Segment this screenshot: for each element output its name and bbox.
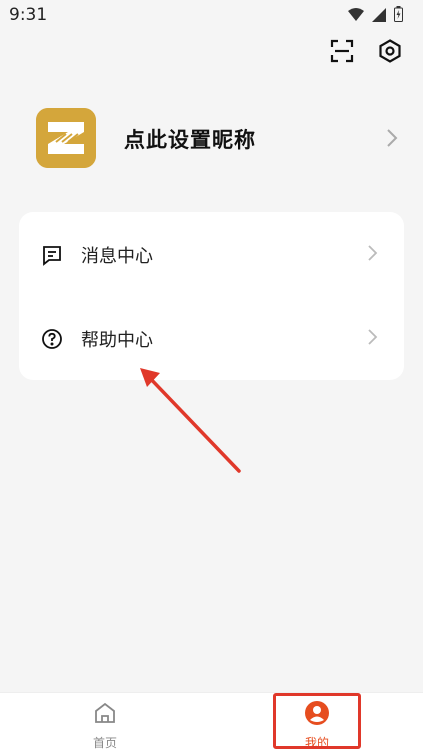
chevron-right-icon bbox=[367, 328, 378, 350]
scan-icon bbox=[330, 39, 354, 67]
status-time: 9:31 bbox=[9, 5, 48, 25]
signal-icon bbox=[372, 7, 386, 26]
battery-icon bbox=[394, 6, 403, 26]
menu-item-message-center[interactable]: 消息中心 bbox=[19, 212, 404, 296]
profile-row[interactable]: 点此设置昵称 bbox=[36, 108, 406, 170]
top-actions bbox=[329, 39, 403, 67]
tab-home[interactable]: 首页 bbox=[60, 693, 150, 753]
nickname-label[interactable]: 点此设置昵称 bbox=[124, 124, 256, 154]
avatar[interactable] bbox=[36, 108, 96, 168]
settings-icon bbox=[378, 39, 402, 67]
status-bar: 9:31 bbox=[0, 0, 423, 30]
status-icons bbox=[348, 6, 403, 26]
message-icon bbox=[41, 244, 63, 266]
avatar-logo bbox=[36, 108, 96, 168]
menu-item-label: 消息中心 bbox=[81, 246, 153, 267]
scan-button[interactable] bbox=[329, 39, 355, 67]
menu-item-label: 帮助中心 bbox=[81, 330, 153, 351]
settings-button[interactable] bbox=[377, 39, 403, 67]
tab-label: 首页 bbox=[92, 736, 117, 750]
chevron-right-icon bbox=[386, 128, 398, 152]
annotation-highlight-box bbox=[273, 693, 361, 749]
menu-card: 消息中心 帮助中心 bbox=[19, 212, 404, 380]
chevron-right-icon bbox=[367, 244, 378, 266]
home-icon bbox=[93, 701, 117, 725]
wifi-icon bbox=[348, 7, 364, 26]
help-icon bbox=[41, 328, 63, 350]
menu-item-help-center[interactable]: 帮助中心 bbox=[19, 296, 404, 380]
